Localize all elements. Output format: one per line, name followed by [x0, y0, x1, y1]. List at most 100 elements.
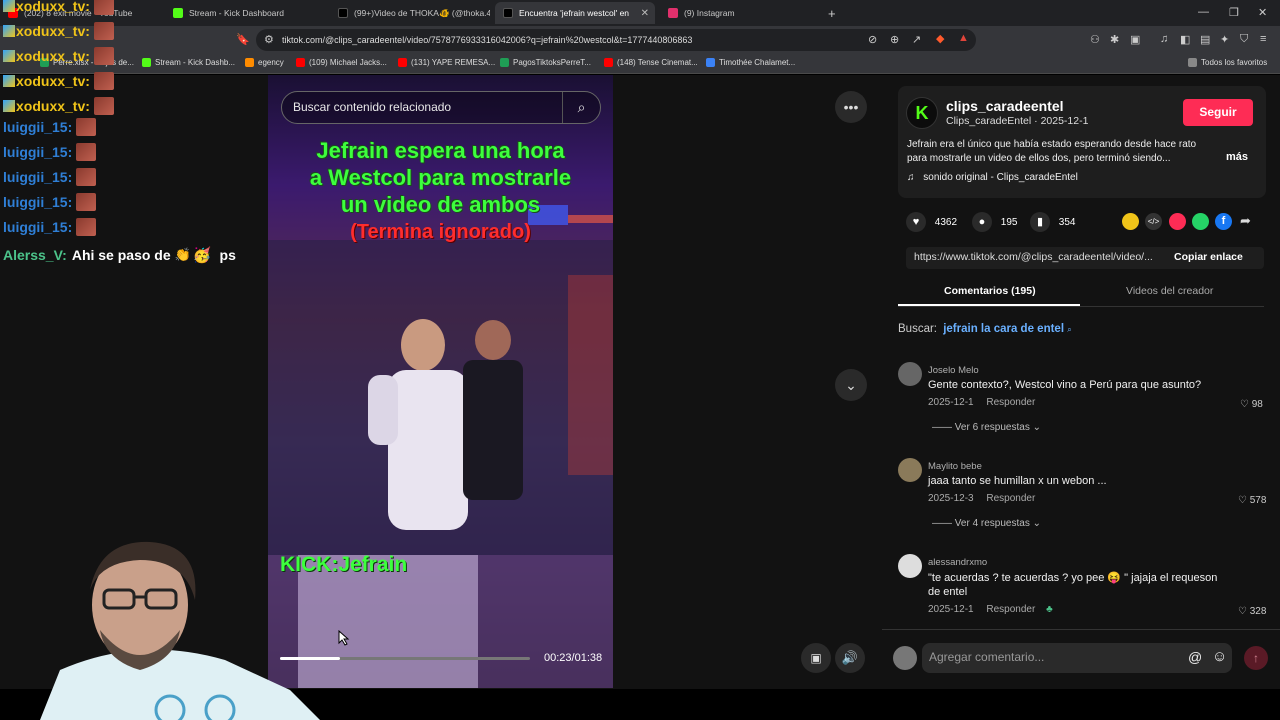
vpn-icon[interactable]: ⛉: [1240, 33, 1248, 46]
emoji-icon[interactable]: ☺: [1212, 648, 1227, 665]
related-search-input[interactable]: Buscar contenido relacionado ⌕: [281, 91, 601, 124]
view-replies-button[interactable]: —— Ver 4 respuestas ⌄: [932, 518, 1041, 529]
maximize-icon[interactable]: ❐: [1229, 6, 1239, 19]
next-video-icon[interactable]: ⌄: [835, 369, 867, 401]
brave-shield-icon[interactable]: ◆: [936, 32, 944, 45]
creator-name[interactable]: clips_caradeentel: [946, 98, 1064, 114]
media-icon[interactable]: ♫: [1160, 33, 1168, 45]
reply-button[interactable]: Responder: [986, 604, 1035, 615]
bookmark-item[interactable]: (148) Tense Cinemat...: [604, 58, 698, 67]
chat-message: luiggii_15:: [3, 118, 97, 136]
creator-avatar[interactable]: K: [906, 97, 938, 129]
comment-likes[interactable]: ♡ 328: [1238, 606, 1266, 617]
chat-emote-icon: [76, 168, 97, 186]
comment-action[interactable]: ● 195: [972, 212, 1017, 232]
tab-creator-videos[interactable]: Videos del creador: [1126, 285, 1213, 297]
bookmark-item[interactable]: egency: [245, 58, 284, 67]
reply-button[interactable]: Responder: [986, 397, 1035, 408]
bookmark-item[interactable]: (109) Michael Jacks...: [296, 58, 387, 67]
reaction-icon: ♣: [1046, 604, 1053, 615]
whatsapp-icon[interactable]: [1192, 213, 1209, 230]
screenshot-icon[interactable]: ▣: [1130, 33, 1140, 46]
post-comment-button[interactable]: ↑: [1244, 646, 1268, 670]
heart-icon: ♥: [906, 212, 926, 232]
follow-button[interactable]: Seguir: [1183, 99, 1253, 126]
comment-meta: 2025-12-1 Responder ♣: [928, 604, 1053, 615]
copy-link-button[interactable]: Copiar enlace: [1174, 251, 1243, 263]
coin-share-icon[interactable]: [1122, 213, 1139, 230]
minimize-icon[interactable]: —: [1198, 6, 1209, 18]
puzzle-icon[interactable]: ✱: [1110, 33, 1119, 46]
menu-icon[interactable]: ≡: [1260, 33, 1266, 45]
embed-icon[interactable]: </>: [1145, 213, 1162, 230]
share-arrow-icon[interactable]: ➦: [1240, 213, 1251, 229]
new-tab-button[interactable]: +: [828, 6, 836, 21]
save-action[interactable]: ▮ 354: [1030, 212, 1075, 232]
send-icon[interactable]: [1169, 213, 1186, 230]
chat-emote-icon: [93, 97, 114, 115]
rewards-icon[interactable]: ▲: [958, 32, 969, 44]
tab-tiktok-thoka[interactable]: (99+)Video de THOKA🐠 (@thoka.4: [330, 2, 490, 24]
bookmark-item[interactable]: Stream - Kick Dashb...: [142, 58, 235, 67]
bookmark-icon[interactable]: 🔖: [236, 33, 250, 46]
mention-icon[interactable]: @: [1188, 649, 1202, 665]
tab-kick-dashboard[interactable]: Stream - Kick Dashboard: [165, 2, 325, 24]
extension-icon[interactable]: ⚇: [1090, 33, 1100, 46]
bookmark-item[interactable]: (131) YAPE REMESA...: [398, 58, 495, 67]
avatar[interactable]: [898, 554, 922, 578]
like-action[interactable]: ♥ 4362: [906, 212, 957, 232]
all-bookmarks[interactable]: Todos los favoritos: [1188, 58, 1267, 67]
bookmark-item[interactable]: PagosTiktoksPerreT...: [500, 58, 591, 67]
more-button[interactable]: más: [1226, 151, 1248, 163]
chat-username: xoduxx_tv:: [16, 23, 90, 39]
comment-text: "te acuerdas ? te acuerdas ? yo pee 😝 " …: [928, 572, 1218, 584]
sidebar-icon[interactable]: ◧: [1180, 33, 1190, 46]
no-translate-icon[interactable]: ⊘: [868, 33, 877, 46]
chat-message: xoduxx_tv:: [3, 47, 114, 65]
more-options-icon[interactable]: •••: [835, 91, 867, 123]
view-replies-button[interactable]: —— Ver 6 respuestas ⌄: [932, 422, 1041, 433]
comment-text: Gente contexto?, Westcol vino a Perú par…: [928, 379, 1202, 391]
avatar[interactable]: [898, 362, 922, 386]
add-comment-input[interactable]: Agregar comentario... @ ☺: [922, 643, 1232, 673]
close-window-icon[interactable]: ✕: [1258, 6, 1267, 19]
chat-username: luiggii_15:: [3, 169, 73, 185]
volume-icon[interactable]: 🔊: [835, 643, 865, 673]
bookmark-item[interactable]: Timothée Chalamet...: [706, 58, 795, 67]
wallet-icon[interactable]: ▤: [1200, 33, 1210, 46]
kick-icon: [173, 8, 183, 18]
miniplayer-icon[interactable]: ▣: [801, 643, 831, 673]
search-icon[interactable]: ⌕: [562, 92, 600, 123]
leo-icon[interactable]: ✦: [1220, 33, 1229, 46]
sound-row[interactable]: ♫ sonido original - Clips_caradeEntel: [907, 172, 1078, 183]
facebook-icon[interactable]: f: [1215, 213, 1232, 230]
comment-author[interactable]: Joselo Melo: [928, 365, 979, 376]
comment-author[interactable]: alessandrxmo: [928, 557, 987, 568]
reply-button[interactable]: Responder: [986, 493, 1035, 504]
close-tab-icon[interactable]: ✕: [641, 8, 649, 19]
tiktok-icon: [338, 8, 348, 18]
search-hint-link[interactable]: jefrain la cara de entel: [943, 323, 1064, 335]
avatar[interactable]: [898, 458, 922, 482]
chat-emote-icon: [76, 193, 97, 211]
comment-likes[interactable]: ♡ 98: [1240, 399, 1263, 410]
chat-username: luiggii_15:: [3, 219, 73, 235]
tab-tiktok-search[interactable]: Encuentra 'jefrain westcol' en ✕: [495, 2, 655, 24]
chat-badge-icon: [3, 0, 15, 12]
chat-message: xoduxx_tv:: [3, 0, 114, 15]
site-info-icon[interactable]: ⚙: [264, 29, 274, 51]
chat-message: xoduxx_tv:: [3, 97, 114, 115]
chat-badge-icon: [3, 25, 15, 37]
comment-count: 195: [1000, 217, 1018, 228]
chat-message: xoduxx_tv:: [3, 22, 114, 40]
tab-comments[interactable]: Comentarios (195): [944, 285, 1036, 297]
video-link[interactable]: https://www.tiktok.com/@clips_caradeente…: [914, 251, 1153, 263]
comment-likes[interactable]: ♡ 578: [1238, 495, 1266, 506]
share-icon[interactable]: ↗: [912, 33, 921, 46]
comment-author[interactable]: Maylito bebe: [928, 461, 982, 472]
chat-username: Alerss_V:: [3, 247, 67, 263]
my-avatar: [893, 646, 917, 670]
tab-instagram[interactable]: (9) Instagram: [660, 2, 820, 24]
cowboy-emoji-icon: 🥳: [192, 247, 212, 264]
zoom-icon[interactable]: ⊕: [890, 33, 899, 46]
